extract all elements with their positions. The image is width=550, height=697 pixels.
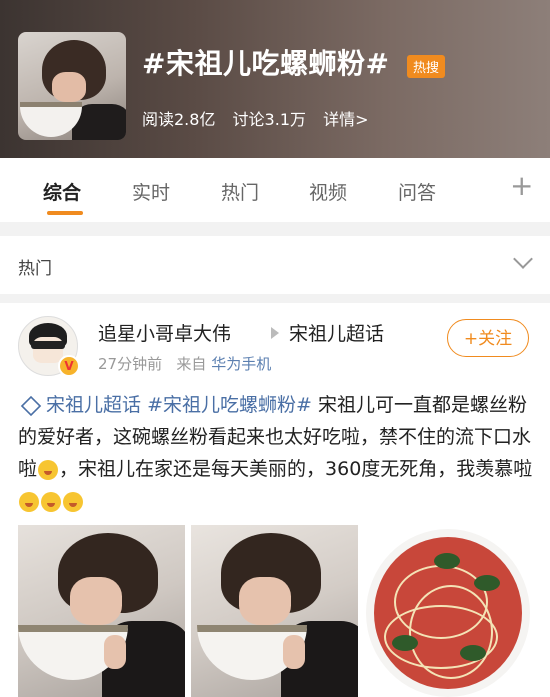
discussion-count: 讨论3.1万 (232, 110, 306, 129)
post-meta: 27分钟前 来自 华为手机 (98, 353, 271, 374)
weibo-post: V 追星小哥卓大伟 宋祖儿超话 27分钟前 来自 华为手机 +关注 宋祖儿超话 … (0, 303, 550, 697)
super-topic-link[interactable]: 宋祖儿超话 (289, 319, 384, 346)
add-tab-icon[interactable]: + (510, 172, 533, 200)
hot-search-badge: 热搜 (407, 55, 446, 78)
follow-button[interactable]: +关注 (447, 319, 529, 357)
super-topic-tag[interactable]: 宋祖儿超话 (46, 394, 141, 416)
chevron-down-icon[interactable] (513, 249, 533, 269)
tab-realtime[interactable]: 实时 (132, 178, 170, 205)
post-image-3[interactable] (364, 525, 532, 697)
topic-title: #宋祖儿吃螺蛳粉# (142, 47, 390, 80)
post-image-1[interactable] (18, 525, 185, 697)
tab-hot[interactable]: 热门 (221, 178, 259, 205)
active-tab-indicator (47, 211, 83, 215)
details-link[interactable]: 详情> (323, 110, 368, 129)
tab-comprehensive[interactable]: 综合 (43, 178, 81, 205)
post-body-text-2: ，宋祖儿在家还是每天美丽的，360度无死角，我羡慕啦 (59, 458, 533, 480)
topic-header: #宋祖儿吃螺蛳粉# 热搜 阅读2.8亿 讨论3.1万 详情> (0, 0, 550, 158)
drool-emoji-icon (38, 459, 59, 480)
cry-emoji-icon (41, 491, 61, 512)
cry-emoji-icon (19, 491, 39, 512)
topic-stats: 阅读2.8亿 讨论3.1万 详情> (142, 106, 381, 130)
hot-section-header[interactable]: 热门 (0, 236, 550, 294)
from-label: 来自 (176, 355, 207, 373)
super-topic-icon (20, 395, 42, 416)
tab-video[interactable]: 视频 (309, 178, 347, 205)
tab-bar: 综合 实时 热门 视频 问答 + (0, 158, 550, 222)
hashtag-link[interactable]: #宋祖儿吃螺蛳粉# (147, 394, 312, 416)
section-title: 热门 (18, 259, 52, 279)
verified-icon: V (58, 355, 80, 377)
author-name[interactable]: 追星小哥卓大伟 (98, 319, 231, 346)
read-count: 阅读2.8亿 (142, 110, 216, 129)
topic-cover-image (18, 32, 126, 140)
post-image-2[interactable] (191, 525, 358, 697)
cry-emoji-icon (63, 491, 83, 512)
arrow-right-icon (271, 327, 279, 339)
post-source[interactable]: 华为手机 (211, 355, 271, 373)
post-text: 宋祖儿超话 #宋祖儿吃螺蛳粉# 宋祖儿可一直都是螺丝粉的爱好者，这碗螺丝粉看起来… (18, 389, 534, 517)
tab-qa[interactable]: 问答 (398, 178, 436, 205)
post-time: 27分钟前 (98, 355, 163, 373)
